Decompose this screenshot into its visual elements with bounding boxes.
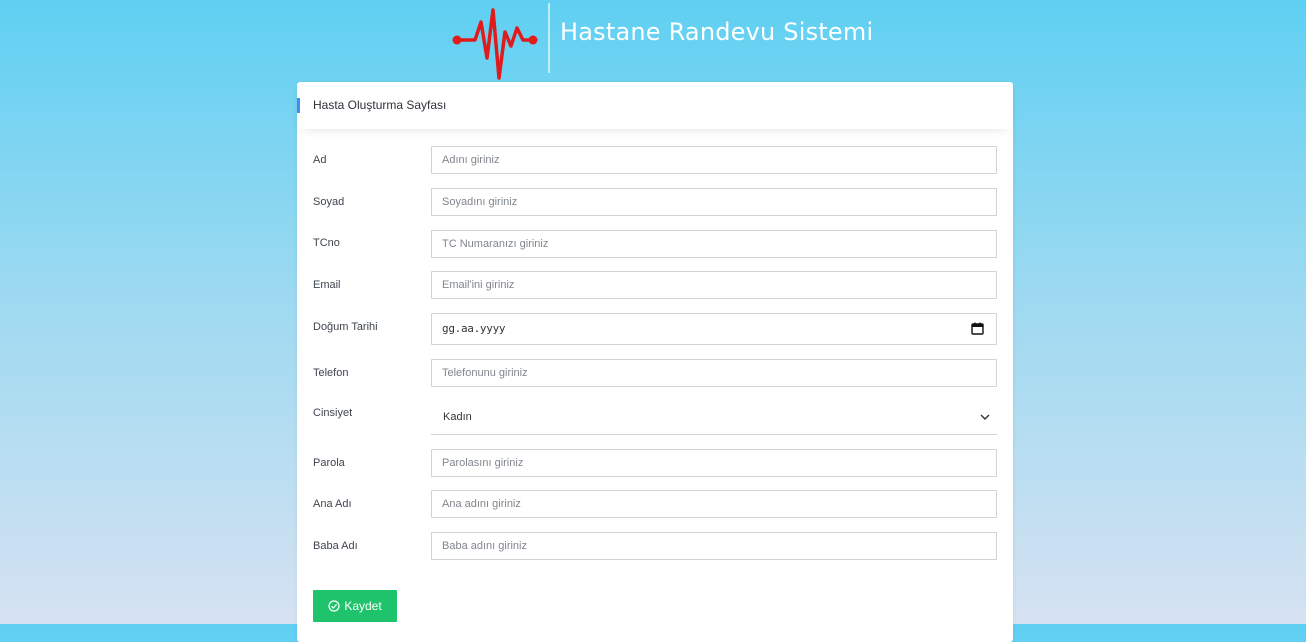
cinsiyet-selected: Kadın xyxy=(443,411,472,423)
cinsiyet-select[interactable]: Kadın xyxy=(431,400,997,435)
dogum-tarihi-input[interactable]: gg.aa.yyyy xyxy=(431,313,997,345)
baba-adi-field xyxy=(431,532,997,560)
cinsiyet-label: Cinsiyet xyxy=(313,407,353,419)
chevron-down-icon xyxy=(980,414,990,420)
ana-adi-field xyxy=(431,490,997,518)
header-accent-bar xyxy=(297,98,300,113)
baba-adi-label: Baba Adı xyxy=(313,540,358,552)
patient-create-card: Hasta Oluşturma Sayfası Ad Soyad TCno Em… xyxy=(297,82,1013,642)
soyad-field xyxy=(431,188,997,216)
soyad-label: Soyad xyxy=(313,196,345,208)
tcno-input[interactable] xyxy=(432,231,996,257)
telefon-label: Telefon xyxy=(313,367,349,379)
parola-input[interactable] xyxy=(432,450,996,476)
email-label: Email xyxy=(313,279,341,291)
soyad-input[interactable] xyxy=(432,189,996,215)
calendar-icon[interactable] xyxy=(971,322,984,335)
parola-label: Parola xyxy=(313,457,345,469)
baba-adi-input[interactable] xyxy=(432,533,996,559)
tcno-field xyxy=(431,230,997,258)
telefon-field xyxy=(431,359,997,387)
ad-input[interactable] xyxy=(432,147,996,173)
brand-divider xyxy=(548,3,550,73)
ana-adi-label: Ana Adı xyxy=(313,498,352,510)
parola-field xyxy=(431,449,997,477)
save-label: Kaydet xyxy=(344,599,382,613)
heartbeat-icon xyxy=(452,8,538,80)
ad-field xyxy=(431,146,997,174)
page-title: Hasta Oluşturma Sayfası xyxy=(313,98,447,112)
tcno-label: TCno xyxy=(313,237,340,249)
brand-title: Hastane Randevu Sistemi xyxy=(560,18,874,46)
ana-adi-input[interactable] xyxy=(432,491,996,517)
check-circle-icon xyxy=(328,600,340,612)
ad-label: Ad xyxy=(313,154,327,166)
email-field xyxy=(431,271,997,299)
telefon-input[interactable] xyxy=(432,360,996,386)
card-header: Hasta Oluşturma Sayfası xyxy=(297,82,1013,129)
email-input[interactable] xyxy=(432,272,996,298)
save-button[interactable]: Kaydet xyxy=(313,590,397,622)
brand-header: Hastane Randevu Sistemi xyxy=(447,0,887,82)
dogum-tarihi-label: Doğum Tarihi xyxy=(313,321,378,333)
date-value: gg.aa.yyyy xyxy=(442,322,506,335)
